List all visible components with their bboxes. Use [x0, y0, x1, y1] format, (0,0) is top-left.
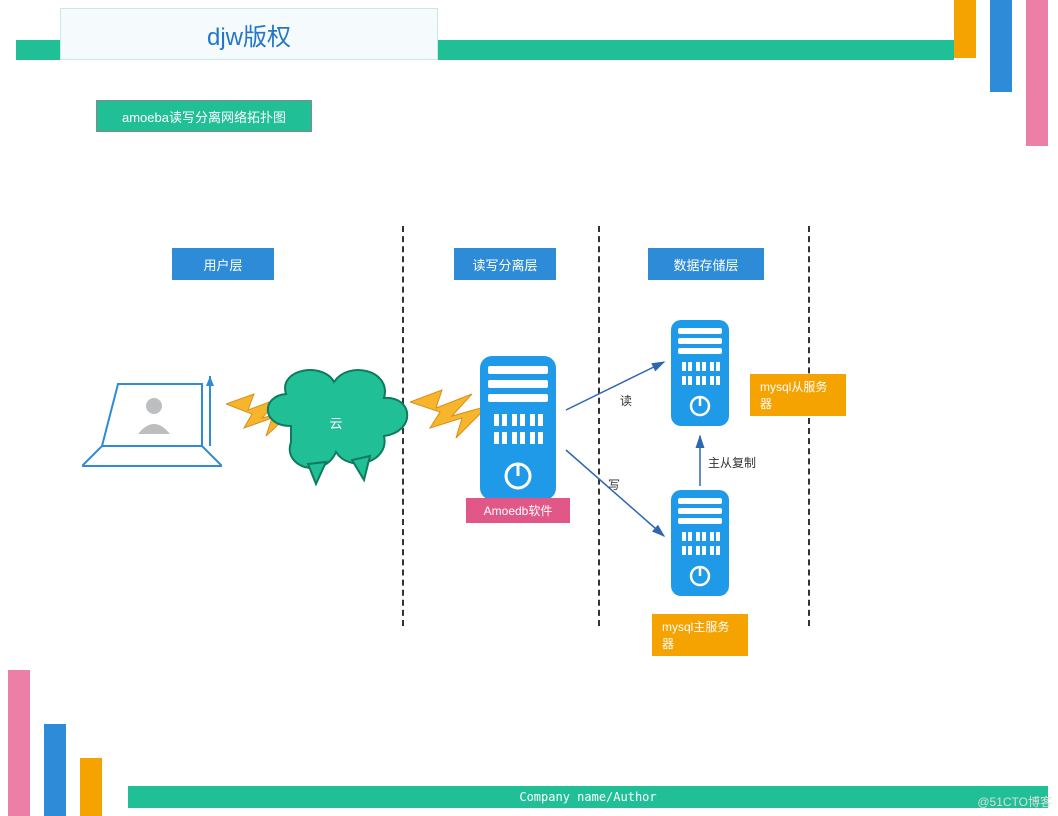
laptop-icon — [82, 376, 222, 476]
decor-bar — [1026, 0, 1048, 146]
decor-bar — [8, 670, 30, 816]
footer-bar: Company name/Author — [128, 786, 1048, 808]
decor-bar — [990, 0, 1012, 92]
copyright-title: djw版权 — [60, 8, 438, 60]
layer-user: 用户层 — [172, 248, 274, 280]
layer-storage: 数据存储层 — [648, 248, 764, 280]
decor-bar — [954, 0, 976, 58]
edges — [556, 320, 836, 620]
diagram-title: amoeba读写分离网络拓扑图 — [96, 100, 312, 132]
edge-write: 写 — [608, 476, 620, 493]
watermark: @51CTO博客 — [977, 793, 1052, 810]
edge-replicate: 主从复制 — [708, 454, 756, 471]
cloud-icon: 云 — [256, 356, 416, 496]
edge-read: 读 — [620, 392, 632, 409]
server-amoeba-icon — [476, 356, 560, 504]
layer-readwrite: 读写分离层 — [454, 248, 556, 280]
mysql-master-label: mysql主服务器 — [652, 614, 748, 656]
amoeba-label: Amoedb软件 — [466, 498, 570, 523]
decor-bar — [80, 758, 102, 816]
decor-bar — [44, 724, 66, 816]
cloud-label: 云 — [329, 416, 342, 431]
